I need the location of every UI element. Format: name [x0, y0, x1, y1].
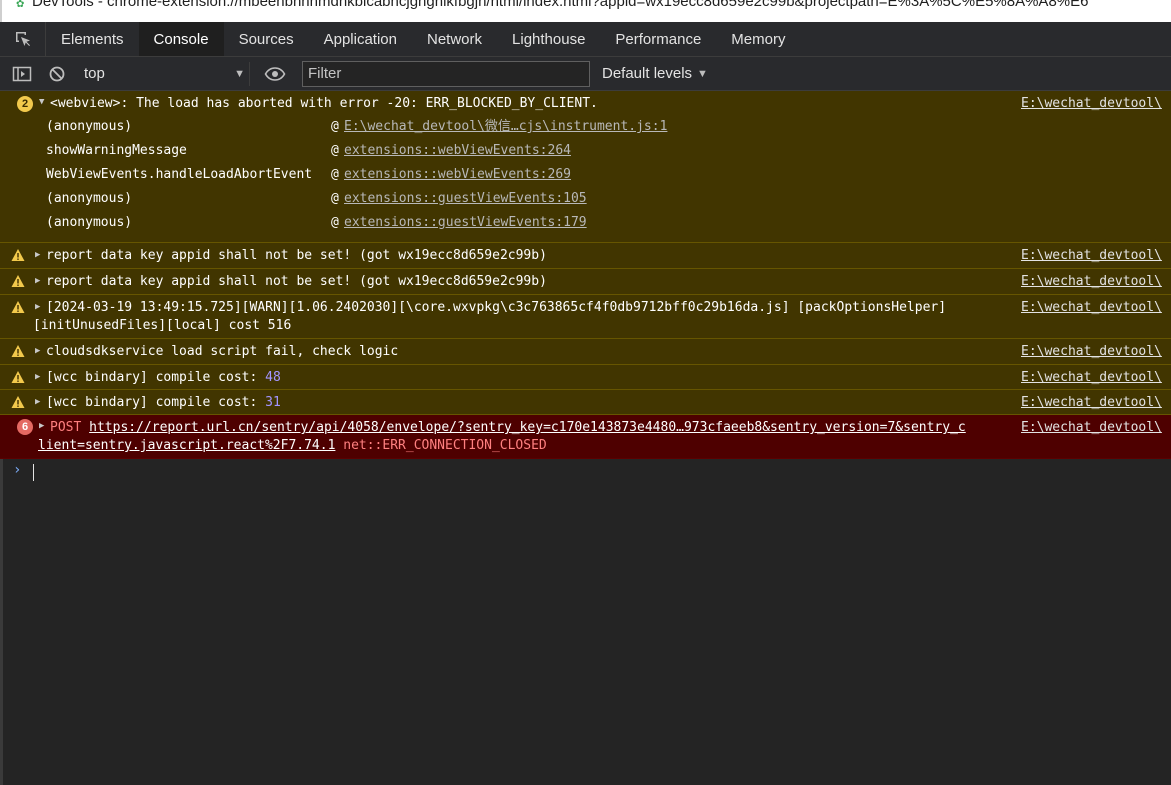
console-warning-message[interactable]: ▶ report data key appid shall not be set… — [0, 269, 1171, 295]
expand-triangle-icon[interactable]: ▶ — [35, 346, 40, 356]
expand-triangle-icon[interactable]: ▶ — [35, 397, 40, 407]
warning-icon — [11, 371, 25, 383]
stack-frame-function: (anonymous) — [46, 119, 133, 134]
message-source-link[interactable]: E:\wechat_devtool\ — [1021, 342, 1171, 362]
tab-network[interactable]: Network — [412, 22, 497, 56]
tab-sources[interactable]: Sources — [224, 22, 309, 56]
warning-icon — [11, 301, 25, 313]
expand-triangle-icon[interactable]: ▶ — [35, 250, 40, 260]
message-source-link[interactable]: E:\wechat_devtool\ — [1021, 393, 1171, 413]
expand-triangle-icon[interactable]: ▶ — [35, 372, 40, 382]
console-error-message[interactable]: 6 ▶ POST https://report.url.cn/sentry/ap… — [0, 415, 1171, 459]
message-source-link[interactable]: E:\wechat_devtool\ — [1021, 298, 1171, 318]
message-source-link[interactable]: E:\wechat_devtool\ — [1021, 368, 1171, 388]
error-reason: net::ERR_CONNECTION_CLOSED — [335, 438, 547, 453]
inspect-element-button[interactable] — [0, 22, 46, 56]
inspect-icon — [15, 32, 30, 46]
tab-application[interactable]: Application — [309, 22, 412, 56]
stack-frame-at: @ — [331, 143, 339, 158]
tab-elements[interactable]: Elements — [46, 22, 139, 56]
filter-input[interactable] — [302, 60, 590, 87]
stack-frame-function: (anonymous) — [46, 215, 133, 230]
console-toolbar: top ▼ Default levels ▼ — [0, 57, 1171, 91]
stack-frame-at: @ — [331, 215, 339, 230]
extension-favicon-icon: ✿ — [16, 0, 25, 10]
tab-console[interactable]: Console — [138, 22, 224, 56]
console-warning-message[interactable]: ▶ [wcc bindary] compile cost: 48 E:\wech… — [0, 365, 1171, 390]
message-source-link[interactable]: E:\wechat_devtool\ — [1021, 94, 1171, 114]
request-url-link[interactable]: https://report.url.cn/sentry/api/4058/en… — [89, 420, 966, 435]
message-text: report data key appid shall not be set! … — [46, 274, 547, 289]
expand-triangle-icon[interactable]: ▶ — [39, 421, 44, 431]
warning-icon — [11, 345, 25, 357]
message-text-line-2: [initUnusedFiles][local] cost 516 — [33, 318, 292, 333]
message-text: [wcc bindary] compile cost: 31 — [46, 393, 281, 413]
message-label: [wcc bindary] compile cost: — [46, 370, 266, 385]
live-expression-button[interactable] — [262, 61, 288, 87]
message-text: <webview>: The load has aborted with err… — [50, 96, 598, 111]
devtools-tab-bar: Elements Console Sources Application Net… — [0, 22, 1171, 57]
message-text-line-1: [2024-03-19 13:49:15.725][WARN][1.06.240… — [46, 300, 947, 315]
expand-triangle-icon[interactable]: ▶ — [35, 302, 40, 312]
message-label: [wcc bindary] compile cost: — [46, 395, 266, 410]
message-text: [wcc bindary] compile cost: 48 — [46, 368, 281, 388]
clear-console-button[interactable] — [44, 61, 70, 87]
tab-memory[interactable]: Memory — [716, 22, 800, 56]
console-message-group[interactable]: 2 ▼ <webview>: The load has aborted with… — [0, 91, 1171, 243]
window-title-bar: ✿ DevTools - chrome-extension://mbeenbnhn… — [0, 0, 1171, 22]
stack-frame-link[interactable]: extensions::webViewEvents:269 — [344, 163, 571, 187]
log-levels-dropdown[interactable]: Default levels ▼ — [602, 65, 708, 82]
tab-performance[interactable]: Performance — [600, 22, 716, 56]
prompt-chevron-icon: › — [13, 462, 22, 478]
chevron-down-icon: ▼ — [234, 67, 245, 80]
log-levels-label: Default levels — [602, 65, 693, 82]
sidebar-toggle-icon — [12, 66, 32, 81]
execution-context-select[interactable]: top ▼ — [84, 61, 250, 86]
tab-lighthouse[interactable]: Lighthouse — [497, 22, 600, 56]
warning-icon — [11, 249, 25, 261]
warning-icon — [11, 275, 25, 287]
console-warning-message[interactable]: ▶ [2024-03-19 13:49:15.725][WARN][1.06.2… — [0, 295, 1171, 339]
chevron-down-icon: ▼ — [697, 67, 708, 80]
warning-icon — [11, 396, 25, 408]
execution-context-value: top — [84, 65, 105, 82]
message-text-line-2: lient=sentry.javascript.react%2F7.74.1 n… — [38, 436, 547, 456]
stack-frame-function: WebViewEvents.handleLoadAbortEvent — [46, 167, 313, 182]
clear-console-icon — [49, 66, 65, 81]
compile-cost-value: 48 — [265, 370, 281, 385]
eye-icon — [264, 66, 286, 81]
expand-triangle-icon[interactable]: ▶ — [35, 276, 40, 286]
message-source-link[interactable]: E:\wechat_devtool\ — [1021, 418, 1171, 438]
request-method: POST — [50, 420, 90, 435]
compile-cost-value: 31 — [265, 395, 281, 410]
console-warning-message[interactable]: ▶ [wcc bindary] compile cost: 31 E:\wech… — [0, 390, 1171, 415]
console-prompt[interactable]: › — [0, 459, 1171, 485]
request-url-link-continued[interactable]: lient=sentry.javascript.react%2F7.74.1 — [38, 438, 335, 453]
message-source-link[interactable]: E:\wechat_devtool\ — [1021, 272, 1171, 292]
message-text: report data key appid shall not be set! … — [46, 248, 547, 263]
console-warning-message[interactable]: ▶ cloudsdkservice load script fail, chec… — [0, 339, 1171, 365]
stack-frame-link[interactable]: extensions::guestViewEvents:105 — [344, 187, 587, 211]
stack-frame-link[interactable]: E:\wechat_devtool\微信…cjs\instrument.js:1 — [344, 115, 667, 139]
console-messages: 2 ▼ <webview>: The load has aborted with… — [0, 91, 1171, 785]
sidebar-toggle-button[interactable] — [9, 61, 35, 87]
stack-frame-at: @ — [331, 167, 339, 182]
console-warning-message[interactable]: ▶ report data key appid shall not be set… — [0, 243, 1171, 269]
text-cursor — [33, 464, 34, 481]
message-text-line-1: POST https://report.url.cn/sentry/api/40… — [50, 418, 966, 438]
stack-frame-at: @ — [331, 191, 339, 206]
repeat-count-badge: 2 — [17, 96, 33, 112]
message-text: cloudsdkservice load script fail, check … — [46, 344, 399, 359]
stack-frame-at: @ — [331, 119, 339, 134]
stack-frame-link[interactable]: extensions::webViewEvents:264 — [344, 139, 571, 163]
message-source-link[interactable]: E:\wechat_devtool\ — [1021, 246, 1171, 266]
stack-frame-link[interactable]: extensions::guestViewEvents:179 — [344, 211, 587, 235]
error-count-badge: 6 — [17, 419, 33, 435]
window-title: DevTools - chrome-extension://mbeenbnhnm… — [32, 0, 1089, 10]
stack-frame-function: showWarningMessage — [46, 143, 187, 158]
expanded-triangle-icon[interactable]: ▼ — [39, 97, 44, 107]
stack-frame-function: (anonymous) — [46, 191, 133, 206]
